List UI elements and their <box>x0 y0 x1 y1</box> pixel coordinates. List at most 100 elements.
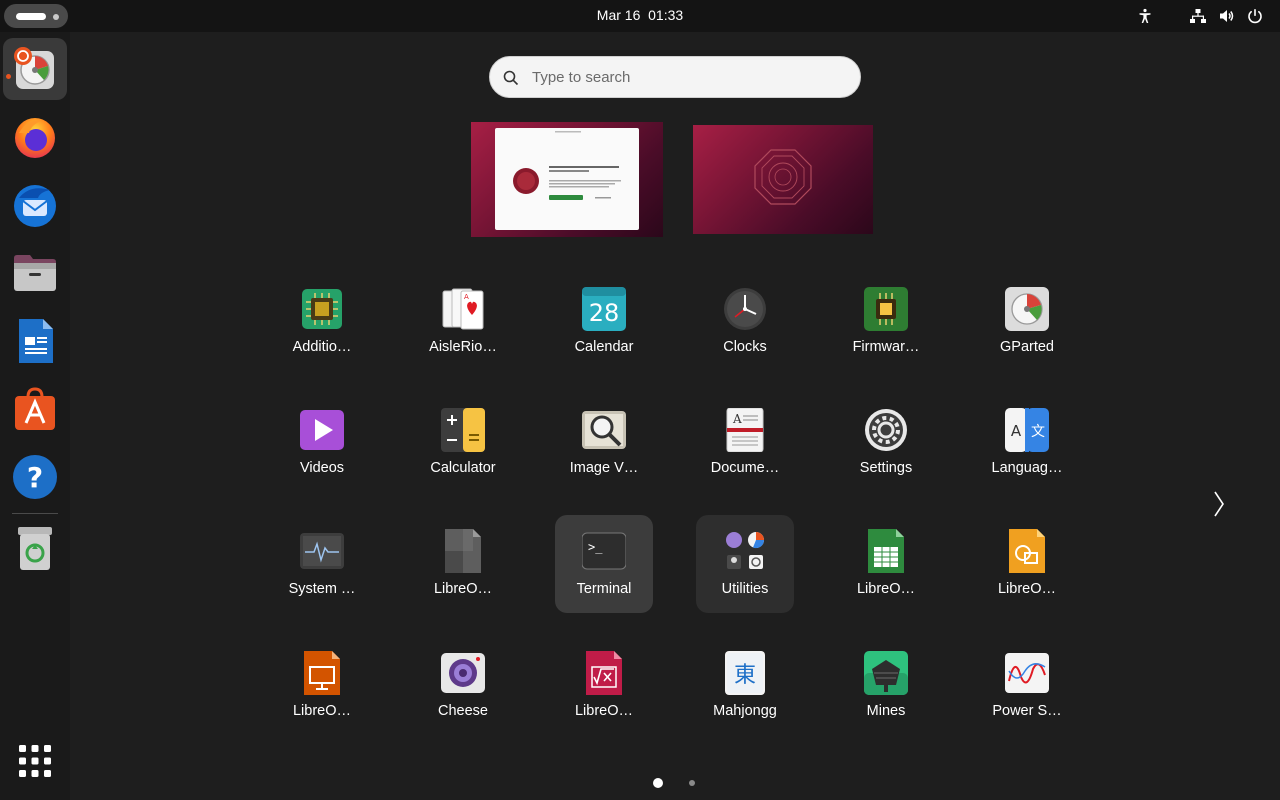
app-libreoffice[interactable]: LibreO… <box>414 515 512 613</box>
dock-item-app-center[interactable] <box>3 378 67 440</box>
app-cheese[interactable]: Cheese <box>414 637 512 735</box>
workspace-thumbnail-2[interactable] <box>693 125 873 234</box>
workspace-indicator-active <box>16 13 46 20</box>
app-label: LibreO… <box>997 581 1057 597</box>
app-videos[interactable]: Videos <box>273 394 371 492</box>
svg-text:A: A <box>464 293 469 301</box>
svg-text:?: ? <box>27 461 43 494</box>
workspace-thumbnail-1[interactable] <box>471 122 663 237</box>
terminal-icon: >_ <box>582 532 626 570</box>
app-power-statistics[interactable]: Power S… <box>978 637 1076 735</box>
app-label: LibreO… <box>433 581 493 597</box>
grid-icon <box>19 745 51 777</box>
app-label: Power S… <box>992 703 1062 719</box>
firmware-icon <box>864 287 908 331</box>
page-indicator-2[interactable] <box>689 780 695 786</box>
calculator-icon <box>441 408 485 452</box>
app-image-viewer[interactable]: Image V… <box>555 394 653 492</box>
app-label: Utilities <box>721 581 769 597</box>
running-indicator <box>6 74 11 79</box>
app-mahjongg[interactable]: 東 Mahjongg <box>696 637 794 735</box>
calendar-icon: 28 <box>582 287 626 331</box>
app-document-viewer[interactable]: A Docume… <box>696 394 794 492</box>
app-label: Videos <box>299 460 345 476</box>
document-viewer-icon: A <box>726 408 764 452</box>
firefox-icon <box>15 118 55 158</box>
dock-item-files[interactable] <box>3 242 67 304</box>
app-label: Mahjongg <box>713 703 777 719</box>
page-indicator-1[interactable] <box>653 778 663 788</box>
mahjongg-icon: 東 <box>725 651 765 695</box>
dock-item-help[interactable]: ? <box>3 446 67 508</box>
search-placeholder: Type to search <box>532 69 631 86</box>
cards-icon: A <box>442 288 484 330</box>
svg-text:A: A <box>1011 422 1022 440</box>
dock-item-thunderbird[interactable] <box>3 174 67 236</box>
dock-item-gparted[interactable] <box>3 38 67 100</box>
clock[interactable]: Mar 16 01:33 <box>540 0 740 32</box>
power-statistics-icon <box>1005 653 1049 693</box>
app-chip[interactable]: Additio… <box>273 273 371 371</box>
app-grid-overview: Type to search Additio… A AisleRio… 28 C… <box>70 32 1280 800</box>
app-label: Docume… <box>710 460 780 476</box>
help-icon: ? <box>13 455 57 499</box>
app-system-monitor[interactable]: System … <box>273 515 371 613</box>
dock-item-libreoffice-writer[interactable] <box>3 310 67 372</box>
show-apps-button[interactable] <box>3 730 67 792</box>
app-settings[interactable]: Settings <box>837 394 935 492</box>
app-label: Languag… <box>991 460 1063 476</box>
svg-text:28: 28 <box>589 299 620 327</box>
svg-text:文: 文 <box>1031 424 1045 440</box>
app-center-icon <box>15 387 55 430</box>
app-label: AisleRio… <box>429 339 497 355</box>
mines-icon <box>864 651 908 695</box>
app-label: LibreO… <box>292 703 352 719</box>
draw-icon <box>1009 529 1045 573</box>
dock: ? <box>0 32 70 800</box>
app-label: Firmwar… <box>852 339 920 355</box>
svg-text:A: A <box>732 412 742 426</box>
app-clock[interactable]: Clocks <box>696 273 794 371</box>
top-bar: Mar 16 01:33 <box>0 0 1280 32</box>
app-impress[interactable]: LibreO… <box>273 637 371 735</box>
network-icon[interactable] <box>1190 8 1206 24</box>
ubuntu-wallpaper-logo-icon <box>754 149 812 205</box>
app-mines[interactable]: Mines <box>837 637 935 735</box>
app-draw[interactable]: LibreO… <box>978 515 1076 613</box>
app-label: Calendar <box>574 339 634 355</box>
accessibility-icon[interactable] <box>1137 8 1153 24</box>
app-label: LibreO… <box>856 581 916 597</box>
app-gparted[interactable]: GParted <box>978 273 1076 371</box>
activities-button[interactable] <box>4 4 68 28</box>
svg-text:東: 東 <box>734 663 756 688</box>
app-cards[interactable]: A AisleRio… <box>414 273 512 371</box>
app-math[interactable]: LibreO… <box>555 637 653 735</box>
app-calendar[interactable]: 28 Calendar <box>555 273 653 371</box>
svg-text:>_: >_ <box>588 540 603 554</box>
volume-icon[interactable] <box>1219 8 1235 24</box>
app-label: Calculator <box>430 460 496 476</box>
app-calculator[interactable]: Calculator <box>414 394 512 492</box>
next-page-arrow-icon[interactable] <box>1212 490 1226 518</box>
workspace-indicator-inactive <box>53 14 59 20</box>
app-terminal[interactable]: >_ Terminal <box>555 515 653 613</box>
power-icon[interactable] <box>1247 8 1263 24</box>
videos-icon <box>300 410 344 450</box>
app-language[interactable]: A 文 Languag… <box>978 394 1076 492</box>
dock-item-trash[interactable] <box>3 518 67 580</box>
files-icon <box>14 255 56 291</box>
app-label: System … <box>288 581 356 597</box>
gparted-icon <box>1005 287 1049 331</box>
app-label: Cheese <box>438 703 488 719</box>
chip-icon <box>302 289 342 329</box>
app-firmware[interactable]: Firmwar… <box>837 273 935 371</box>
window-thumbnail[interactable] <box>495 128 639 230</box>
calc-icon <box>868 529 904 573</box>
app-label: Image V… <box>569 460 639 476</box>
app-folder-utilities[interactable]: Utilities <box>696 515 794 613</box>
thunderbird-icon <box>14 185 56 227</box>
dock-item-firefox[interactable] <box>3 106 67 168</box>
installer-window-preview <box>513 131 621 200</box>
search-input[interactable]: Type to search <box>489 56 861 98</box>
app-calc[interactable]: LibreO… <box>837 515 935 613</box>
